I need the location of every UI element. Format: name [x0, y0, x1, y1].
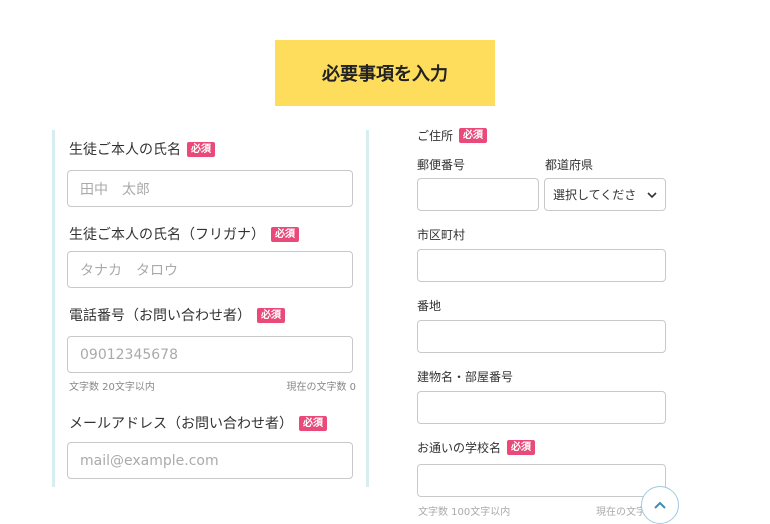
phone-label: 電話番号（お問い合わせ者） 必須 [69, 305, 285, 325]
student-name-kana-label: 生徒ご本人の氏名（フリガナ） 必須 [69, 224, 299, 244]
school-char-limit: 文字数 100文字以内 [418, 507, 511, 518]
page-title: 必要事項を入力 [275, 40, 495, 106]
building-label: 建物名・部屋番号 [417, 370, 514, 384]
city-input[interactable] [417, 249, 666, 282]
phone-placeholder: 09012345678 [80, 346, 178, 363]
student-name-label-text: 生徒ご本人の氏名 [69, 142, 181, 158]
phone-input[interactable]: 09012345678 [67, 336, 353, 373]
email-input[interactable]: mail@example.com [67, 442, 353, 479]
page-title-text: 必要事項を入力 [322, 64, 448, 85]
required-badge: 必須 [459, 128, 488, 143]
phone-char-count: 現在の文字数 0 [286, 382, 356, 393]
school-input[interactable] [417, 464, 666, 497]
postal-code-input[interactable] [417, 178, 539, 211]
prefecture-label: 都道府県 [545, 158, 594, 172]
required-badge: 必須 [187, 141, 215, 157]
address-label: ご住所 必須 [417, 127, 488, 144]
chevron-down-icon [647, 188, 657, 202]
school-hint-row: 文字数 100文字以内 現在の文字数 [410, 498, 670, 520]
email-label-text: メールアドレス（お問い合わせ者） [69, 416, 293, 432]
student-name-input[interactable]: 田中 太郎 [67, 170, 353, 207]
phone-label-text: 電話番号（お問い合わせ者） [69, 308, 251, 324]
address-label-text: ご住所 [417, 129, 454, 143]
required-badge: 必須 [299, 415, 327, 431]
student-name-kana-input[interactable]: タナカ タロウ [67, 251, 353, 288]
phone-char-limit: 文字数 20文字以内 [69, 382, 155, 393]
postal-code-label: 郵便番号 [417, 158, 466, 172]
prefecture-select[interactable]: 選択してくださ [544, 178, 666, 211]
email-placeholder: mail@example.com [80, 452, 219, 469]
required-badge: 必須 [507, 440, 536, 455]
city-label: 市区町村 [417, 228, 466, 242]
student-name-placeholder: 田中 太郎 [80, 181, 150, 198]
chevron-up-icon [653, 495, 667, 514]
email-label: メールアドレス（お問い合わせ者） 必須 [69, 413, 327, 433]
building-input[interactable] [417, 391, 666, 424]
school-label: お通いの学校名 必須 [417, 439, 536, 456]
student-name-label: 生徒ご本人の氏名 必須 [69, 139, 215, 159]
street-label: 番地 [417, 299, 442, 313]
student-name-kana-placeholder: タナカ タロウ [80, 262, 178, 279]
student-name-kana-label-text: 生徒ご本人の氏名（フリガナ） [69, 227, 265, 243]
required-badge: 必須 [257, 307, 285, 323]
required-badge: 必須 [271, 226, 299, 242]
street-input[interactable] [417, 320, 666, 353]
scroll-to-top-button[interactable] [641, 486, 679, 524]
school-label-text: お通いの学校名 [417, 441, 502, 455]
contact-form-left: 生徒ご本人の氏名 必須 田中 太郎 生徒ご本人の氏名（フリガナ） 必須 タナカ … [52, 130, 369, 487]
prefecture-select-value: 選択してくださ [553, 188, 637, 202]
